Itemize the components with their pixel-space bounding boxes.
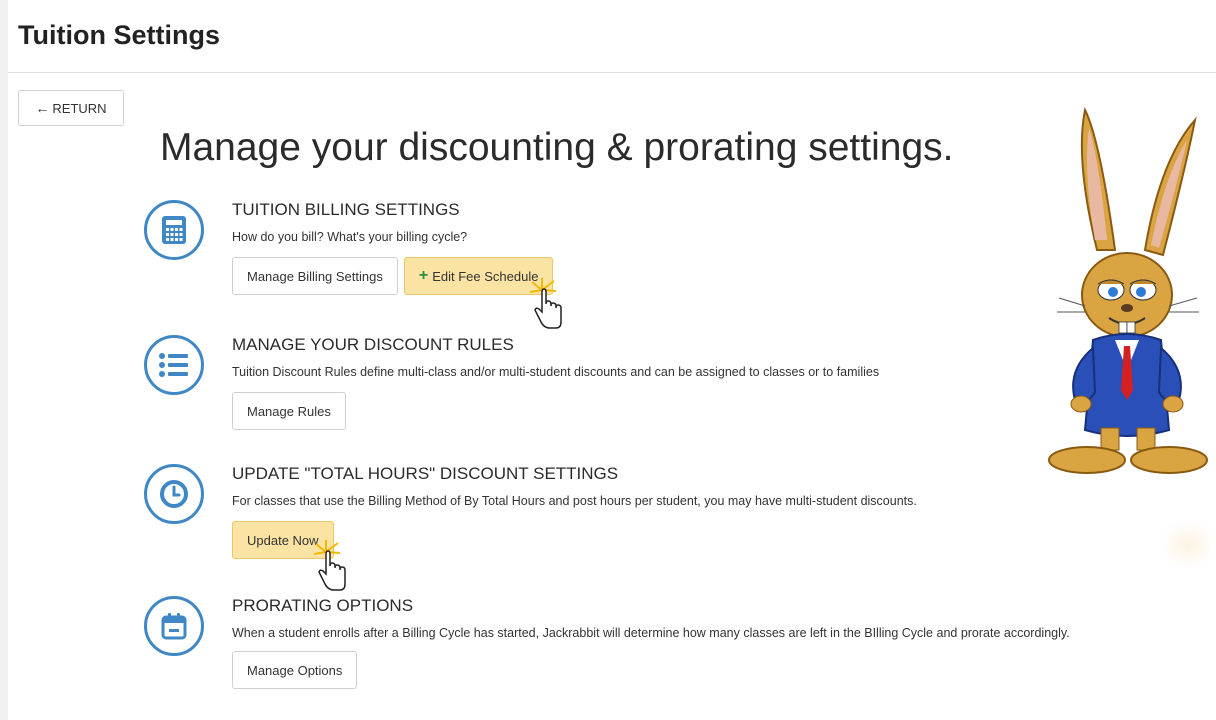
- rabbit-mascot-image: [1048, 106, 1208, 474]
- calendar-icon: [144, 596, 204, 656]
- section-title: TUITION BILLING SETTINGS: [232, 200, 460, 219]
- section-description: For classes that use the Billing Method …: [232, 494, 917, 508]
- clock-icon: [144, 464, 204, 524]
- edit-fee-schedule-label: Edit Fee Schedule: [432, 268, 539, 284]
- update-now-button[interactable]: Update Now: [232, 521, 334, 559]
- section-description: Tuition Discount Rules define multi-clas…: [232, 365, 880, 379]
- plus-icon: +: [418, 267, 429, 284]
- section-title: MANAGE YOUR DISCOUNT RULES: [232, 335, 514, 354]
- section-title: PRORATING OPTIONS: [232, 596, 414, 615]
- page-header: Tuition Settings: [8, 0, 1216, 73]
- section-description: How do you bill? What's your billing cyc…: [232, 230, 468, 244]
- manage-billing-settings-button[interactable]: Manage Billing Settings: [232, 257, 398, 295]
- page-title: Tuition Settings: [18, 20, 220, 50]
- return-button-label: RETURN: [52, 100, 107, 116]
- section-description: When a student enrolls after a Billing C…: [232, 626, 1070, 640]
- list-icon: [144, 335, 204, 395]
- manage-options-button[interactable]: Manage Options: [232, 651, 358, 689]
- edit-fee-schedule-button[interactable]: + Edit Fee Schedule: [403, 257, 554, 295]
- page-headline: Manage your discounting & prorating sett…: [160, 126, 954, 169]
- left-border: [0, 0, 8, 720]
- decorative-glow: [1160, 520, 1216, 570]
- calculator-icon: [144, 200, 204, 260]
- return-button[interactable]: ← RETURN: [18, 90, 124, 126]
- manage-rules-button[interactable]: Manage Rules: [232, 392, 346, 430]
- arrow-left-icon: ←: [35, 100, 50, 116]
- section-title: UPDATE "TOTAL HOURS" DISCOUNT SETTINGS: [232, 464, 619, 483]
